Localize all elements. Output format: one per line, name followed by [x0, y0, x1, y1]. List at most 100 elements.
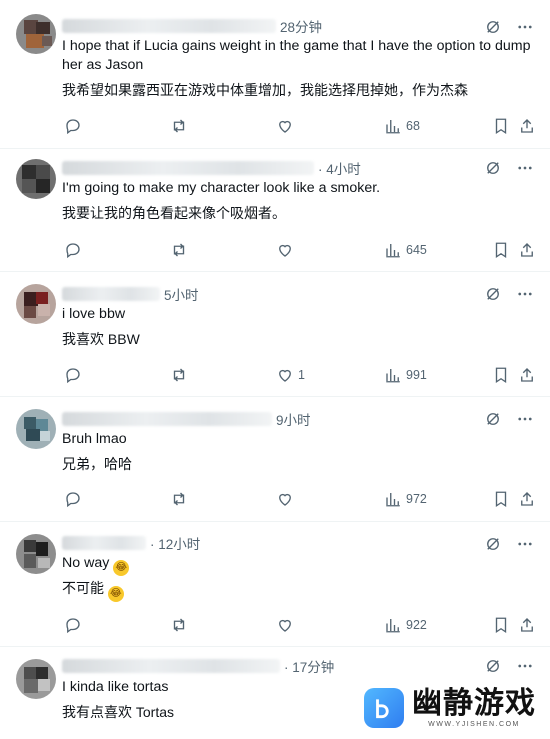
- grok-icon[interactable]: [484, 159, 502, 177]
- reply-icon: [66, 119, 80, 135]
- more-icon[interactable]: [516, 159, 534, 177]
- grok-icon[interactable]: [484, 410, 502, 428]
- bookmark-button[interactable]: [492, 366, 510, 384]
- timestamp[interactable]: · 12小时: [150, 533, 200, 553]
- timestamp[interactable]: · 17分钟: [284, 656, 334, 676]
- blurred-username[interactable]: [62, 19, 276, 33]
- bookmark-button[interactable]: [492, 117, 510, 135]
- translation-text: 我要让我的角色看起来像个吸烟者。: [62, 205, 286, 221]
- avatar[interactable]: [16, 284, 56, 324]
- reply-button[interactable]: [64, 241, 82, 259]
- grok-icon[interactable]: [484, 285, 502, 303]
- tweet[interactable]: · 4小时 I'm going to make my character loo…: [0, 149, 550, 272]
- avatar[interactable]: [16, 409, 56, 449]
- view-count: 68: [406, 119, 420, 133]
- heart-icon: [279, 120, 291, 133]
- more-icon[interactable]: [516, 657, 534, 675]
- share-button[interactable]: [518, 616, 536, 634]
- share-button[interactable]: [518, 117, 536, 135]
- more-icon[interactable]: [516, 285, 534, 303]
- more-icon[interactable]: [516, 535, 534, 553]
- timestamp[interactable]: 28分钟: [280, 16, 322, 36]
- tweet-header: · 17分钟: [62, 657, 334, 675]
- avatar[interactable]: [16, 14, 56, 54]
- retweet-button[interactable]: [170, 616, 188, 634]
- avatar[interactable]: [16, 534, 56, 574]
- action-bar: 922: [56, 616, 540, 638]
- retweet-button[interactable]: [170, 241, 188, 259]
- tweet-text: i love bbw: [62, 306, 126, 322]
- like-button[interactable]: 1: [276, 366, 305, 384]
- timestamp[interactable]: 5小时: [164, 284, 199, 304]
- views-button[interactable]: 68: [384, 117, 420, 135]
- laughing-emoji-icon: 😂: [113, 560, 130, 576]
- retweet-button[interactable]: [170, 117, 188, 135]
- views-button[interactable]: 991: [384, 366, 427, 384]
- bookmark-button[interactable]: [492, 241, 510, 259]
- bookmark-button[interactable]: [492, 616, 510, 634]
- views-button[interactable]: 972: [384, 490, 427, 508]
- tweet[interactable]: 9小时 Bruh lmao 兄弟，哈哈 972: [0, 397, 550, 522]
- like-button[interactable]: [276, 490, 298, 508]
- more-icon[interactable]: [516, 410, 534, 428]
- tweet[interactable]: · 12小时 No way 😂 不可能 😂 922: [0, 522, 550, 647]
- reply-button[interactable]: [64, 366, 82, 384]
- blurred-username[interactable]: [62, 412, 272, 426]
- site-watermark: 幽静游戏 WWW.YJISHEN.COM: [364, 687, 536, 728]
- views-icon: [386, 493, 400, 507]
- avatar[interactable]: [16, 159, 56, 199]
- grok-icon[interactable]: [484, 535, 502, 553]
- retweet-icon: [173, 119, 185, 133]
- blurred-username[interactable]: [62, 659, 280, 673]
- timestamp[interactable]: 9小时: [276, 409, 311, 429]
- retweet-button[interactable]: [170, 366, 188, 384]
- blurred-username[interactable]: [62, 536, 146, 550]
- bookmark-icon: [495, 491, 507, 508]
- view-count: 991: [406, 368, 427, 382]
- share-icon: [521, 618, 533, 632]
- reply-icon: [66, 492, 80, 508]
- like-count: 1: [298, 368, 305, 382]
- watermark-title: 幽静游戏: [412, 687, 536, 720]
- avatar[interactable]: [16, 659, 56, 699]
- translation-text: 兄弟，哈哈: [62, 456, 132, 472]
- share-button[interactable]: [518, 241, 536, 259]
- tweet-text: No way 😂: [62, 554, 532, 576]
- bookmark-icon: [495, 367, 507, 384]
- more-icon[interactable]: [516, 18, 534, 36]
- timestamp[interactable]: · 4小时: [318, 158, 361, 178]
- translation-text-content: 不可能: [62, 580, 104, 596]
- tweet-text: I'm going to make my character look like…: [62, 180, 381, 196]
- bookmark-button[interactable]: [492, 490, 510, 508]
- like-button[interactable]: [276, 241, 298, 259]
- reply-button[interactable]: [64, 490, 82, 508]
- reply-icon: [66, 618, 80, 634]
- grok-icon[interactable]: [484, 657, 502, 675]
- views-button[interactable]: 645: [384, 241, 427, 259]
- share-button[interactable]: [518, 490, 536, 508]
- tweet[interactable]: 28分钟 I hope that if Lucia gains weight i…: [0, 0, 550, 149]
- tweet-header: 28分钟: [62, 17, 322, 35]
- tweet[interactable]: 5小时 i love bbw 我喜欢 BBW 1 991: [0, 272, 550, 397]
- blurred-username[interactable]: [62, 161, 314, 175]
- reply-button[interactable]: [64, 616, 82, 634]
- tweet-header: 5小时: [62, 285, 199, 303]
- share-button[interactable]: [518, 366, 536, 384]
- like-button[interactable]: [276, 117, 298, 135]
- retweet-button[interactable]: [170, 490, 188, 508]
- tweet-header: 9小时: [62, 410, 311, 428]
- share-icon: [521, 492, 533, 506]
- share-icon: [521, 119, 533, 133]
- translation-text: 我喜欢 BBW: [62, 331, 140, 347]
- action-bar: 68: [56, 117, 540, 139]
- views-icon: [386, 369, 400, 383]
- tweet-header: · 4小时: [62, 159, 361, 177]
- blurred-username[interactable]: [62, 287, 160, 301]
- bookmark-icon: [495, 242, 507, 259]
- views-button[interactable]: 922: [384, 616, 427, 634]
- reply-button[interactable]: [64, 117, 82, 135]
- reply-feed: 28分钟 I hope that if Lucia gains weight i…: [0, 0, 550, 739]
- grok-icon[interactable]: [484, 18, 502, 36]
- action-bar: 645: [56, 241, 540, 263]
- like-button[interactable]: [276, 616, 298, 634]
